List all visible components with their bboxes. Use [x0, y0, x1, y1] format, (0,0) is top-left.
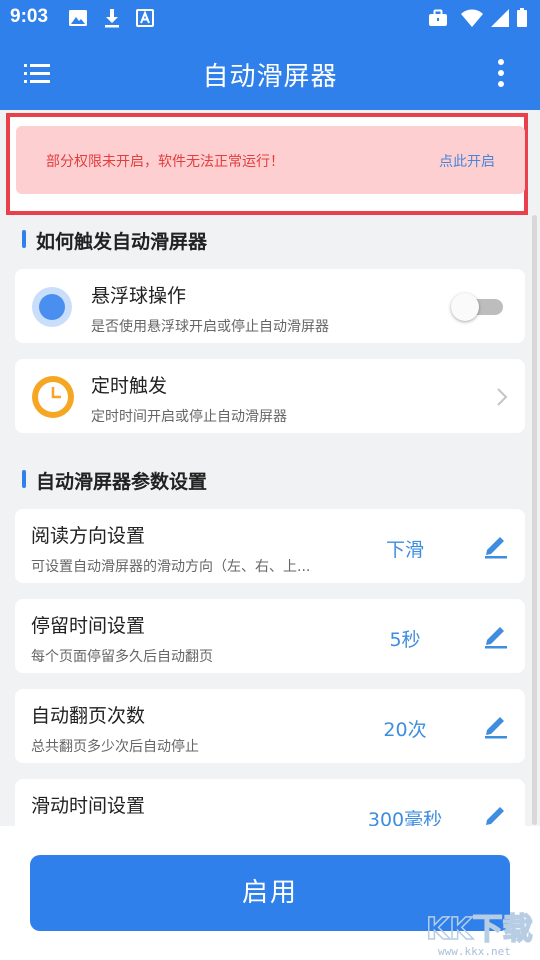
edit-icon[interactable]: [483, 711, 509, 739]
setting-subtitle: 是否使用悬浮球开启或停止自动滑屏器: [91, 319, 329, 335]
toggle-knob: [451, 293, 479, 321]
setting-title: 自动翻页次数: [31, 705, 146, 727]
clock-icon: [32, 376, 74, 418]
more-vertical-icon[interactable]: [488, 56, 514, 90]
setting-value: 下滑: [385, 539, 424, 561]
warning-text: 部分权限未开启，软件无法正常运行！: [46, 154, 284, 170]
svg-text:KK下载: KK下载: [426, 912, 533, 947]
watermark-url: www.kkx.net: [438, 945, 511, 958]
setting-value: 20次: [383, 719, 427, 741]
floating-ball-icon: [32, 287, 72, 327]
setting-subtitle: 可设置自动滑屏器的滑动方向（左、右、上...: [31, 559, 311, 575]
edit-icon[interactable]: [483, 531, 509, 559]
image-icon: [69, 10, 87, 26]
setting-title: 滑动时间设置: [31, 795, 146, 817]
wifi-icon: [461, 9, 483, 27]
app-bar: 自动滑屏器: [0, 36, 540, 110]
a-icon: [136, 9, 154, 27]
chevron-right-icon: [497, 388, 508, 406]
reading-direction-setting[interactable]: 阅读方向设置 可设置自动滑屏器的滑动方向（左、右、上... 下滑: [15, 509, 525, 583]
briefcase-icon: [429, 9, 447, 26]
setting-title: 停留时间设置: [31, 615, 146, 637]
setting-subtitle: 每个页面停留多久后自动翻页: [31, 649, 213, 665]
section-title-params: 自动滑屏器参数设置: [36, 471, 208, 493]
scrollbar[interactable]: [532, 215, 537, 825]
section-accent-bar: [22, 230, 26, 248]
section-title-trigger: 如何触发自动滑屏器: [36, 231, 208, 253]
download-icon: [105, 9, 119, 28]
floating-ball-toggle[interactable]: [451, 293, 503, 321]
battery-icon: [517, 8, 527, 27]
setting-title: 悬浮球操作: [91, 285, 187, 307]
section-accent-bar: [22, 470, 26, 488]
page-title: 自动滑屏器: [202, 62, 338, 92]
permission-warning-banner: 部分权限未开启，软件无法正常运行！ 点此开启: [16, 126, 525, 194]
floating-ball-setting[interactable]: 悬浮球操作 是否使用悬浮球开启或停止自动滑屏器: [15, 269, 525, 343]
setting-subtitle: 定时时间开启或停止自动滑屏器: [91, 409, 287, 425]
timer-trigger-setting[interactable]: 定时触发 定时时间开启或停止自动滑屏器: [15, 359, 525, 433]
edit-icon[interactable]: [483, 621, 509, 649]
stay-time-setting[interactable]: 停留时间设置 每个页面停留多久后自动翻页 5秒: [15, 599, 525, 673]
edit-icon[interactable]: [483, 801, 509, 829]
enable-permission-link[interactable]: 点此开启: [439, 151, 495, 171]
signal-icon: [491, 9, 509, 27]
status-bar: 9:03: [0, 0, 540, 36]
setting-value: 5秒: [389, 629, 421, 651]
setting-subtitle: 总共翻页多少次后自动停止: [31, 739, 199, 755]
setting-title: 定时触发: [91, 375, 168, 397]
page-turn-count-setting[interactable]: 自动翻页次数 总共翻页多少次后自动停止 20次: [15, 689, 525, 763]
setting-title: 阅读方向设置: [31, 525, 146, 547]
status-time: 9:03: [10, 6, 49, 27]
